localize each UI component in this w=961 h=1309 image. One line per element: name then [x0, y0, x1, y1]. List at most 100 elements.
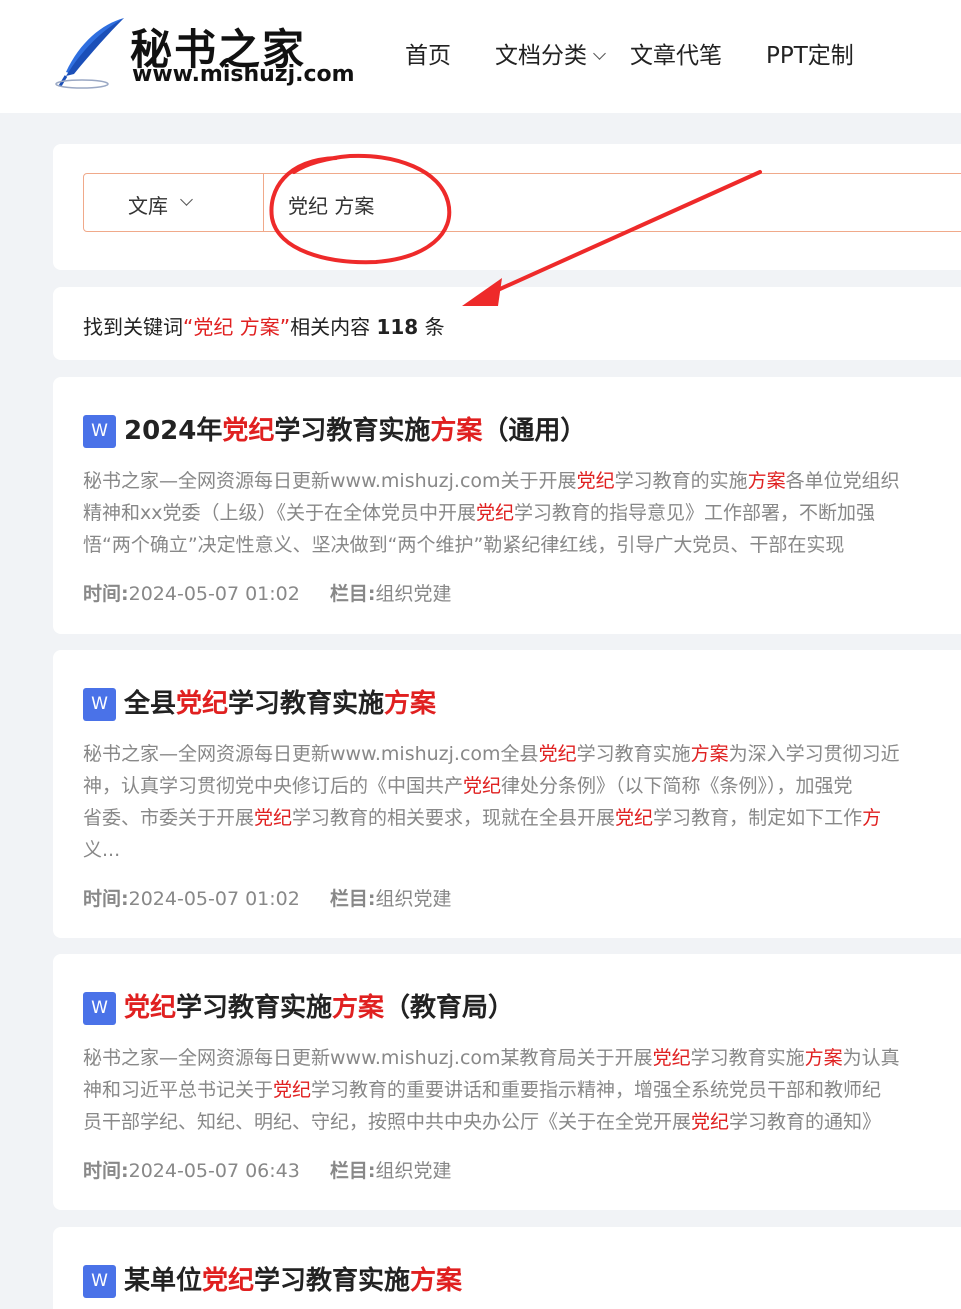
time-value: 2024-05-07 01:02: [128, 888, 300, 910]
summary-prefix: 找到关键词: [83, 315, 183, 339]
nav-ghostwriting-label: 文章代笔: [630, 43, 722, 69]
result-title[interactable]: W 全县党纪学习教育实施方案: [83, 683, 436, 721]
result-title[interactable]: W 2024年党纪学习教育实施方案（通用）: [83, 410, 586, 448]
column-value[interactable]: 组织党建: [375, 1160, 451, 1182]
title-highlight: 党纪: [202, 1266, 255, 1296]
excerpt-highlight: 方案: [690, 743, 729, 765]
excerpt-highlight: 方案: [747, 470, 786, 492]
column-value[interactable]: 组织党建: [375, 888, 451, 910]
excerpt-text: 省委、市委关于开展: [83, 807, 255, 829]
excerpt-highlight: 党纪: [576, 470, 615, 492]
excerpt-line: 秘书之家—全网资源每日更新www.mishuzj.com关于开展党纪学习教育的实…: [83, 465, 961, 497]
feather-pen-icon: [55, 18, 124, 89]
result-excerpt: 秘书之家—全网资源每日更新www.mishuzj.com某教育局关于开展党纪学习…: [83, 1042, 961, 1138]
time-label: 时间:: [83, 583, 129, 605]
nav-doc-categories-label: 文档分类: [495, 43, 587, 69]
nav-ppt-custom[interactable]: PPT定制: [766, 36, 854, 70]
excerpt-highlight: 方: [862, 807, 882, 829]
excerpt-text: 秘书之家—全网资源每日更新www.mishuzj.com某教育局关于开展: [83, 1047, 653, 1069]
word-doc-icon: W: [83, 992, 116, 1025]
excerpt-text: 学习教育的指导意见》工作部署，不断加强: [514, 502, 876, 524]
nav-home[interactable]: 首页: [405, 36, 451, 70]
result-card[interactable]: W 党纪学习教育实施方案（教育局） 秘书之家—全网资源每日更新www.mishuzj…: [53, 954, 961, 1210]
word-doc-icon: W: [83, 415, 116, 448]
excerpt-line: 神和习近平总书记关于党纪学习教育的重要讲话和重要指示精神，增强全系统党员干部和教…: [83, 1074, 961, 1106]
result-meta: 时间:2024-05-07 06:43 栏目:组织党建: [83, 1156, 451, 1183]
excerpt-text: 学习教育实施: [576, 743, 691, 765]
title-highlight: 方案: [410, 1266, 463, 1296]
word-doc-icon: W: [83, 688, 116, 721]
result-title[interactable]: W 某单位党纪学习教育实施方案: [83, 1260, 462, 1298]
excerpt-highlight: 党纪: [538, 743, 577, 765]
logo-text-url: www.mishuzj.com: [132, 62, 355, 87]
title-text: （教育局）: [384, 993, 515, 1023]
excerpt-highlight: 党纪: [615, 807, 654, 829]
column-label: 栏目:: [329, 1160, 376, 1182]
excerpt-highlight: 党纪: [652, 1047, 691, 1069]
excerpt-text: 秘书之家—全网资源每日更新www.mishuzj.com关于开展: [83, 470, 577, 492]
excerpt-text: 为深入学习贯彻习近: [728, 743, 900, 765]
nav-ghostwriting[interactable]: 文章代笔: [630, 36, 722, 70]
excerpt-line: 秘书之家—全网资源每日更新www.mishuzj.com全县党纪学习教育实施方案…: [83, 738, 961, 770]
word-doc-icon: W: [83, 1265, 116, 1298]
result-card[interactable]: W 全县党纪学习教育实施方案 秘书之家—全网资源每日更新www.mishuzj.co…: [53, 650, 961, 938]
excerpt-line: 义...: [83, 834, 961, 866]
site-header: 秘书之家 www.mishuzj.com 首页 文档分类 文章代笔 PPT定制: [0, 0, 961, 113]
excerpt-text: 为认真: [842, 1047, 900, 1069]
column-value[interactable]: 组织党建: [375, 583, 451, 605]
excerpt-highlight: 党纪: [476, 502, 515, 524]
excerpt-text: 秘书之家—全网资源每日更新www.mishuzj.com全县: [83, 743, 539, 765]
excerpt-highlight: 党纪: [273, 1079, 312, 1101]
excerpt-text: 学习教育，制定如下工作: [653, 807, 863, 829]
title-highlight: 党纪: [176, 689, 229, 719]
title-highlight: 方案: [384, 689, 437, 719]
site-logo[interactable]: 秘书之家 www.mishuzj.com: [52, 14, 362, 94]
excerpt-text: 义...: [83, 839, 121, 861]
nav-doc-categories[interactable]: 文档分类: [495, 36, 606, 70]
chevron-down-icon: [180, 193, 193, 206]
time-label: 时间:: [83, 888, 129, 910]
excerpt-highlight: 党纪: [691, 1111, 730, 1133]
excerpt-highlight: 方案: [804, 1047, 843, 1069]
chevron-down-icon: [593, 47, 606, 60]
excerpt-line: 神，认真学习贯彻党中央修订后的《中国共产党纪律处分条例》（以下简称《条例》），加…: [83, 770, 961, 802]
excerpt-highlight: 党纪: [254, 807, 293, 829]
title-text: 全县: [124, 689, 177, 719]
column-label: 栏目:: [329, 583, 376, 605]
title-highlight: 党纪: [124, 993, 177, 1023]
search-type-select[interactable]: 文库: [84, 174, 264, 231]
excerpt-text: 精神和xx党委（上级）《关于在全体党员中开展: [83, 502, 476, 524]
title-text: 某单位: [124, 1266, 203, 1296]
column-label: 栏目:: [329, 888, 376, 910]
time-label: 时间:: [83, 1160, 129, 1182]
result-meta: 时间:2024-05-07 01:02 栏目:组织党建: [83, 579, 451, 606]
time-value: 2024-05-07 06:43: [128, 1160, 300, 1182]
title-text: 学习教育实施: [254, 1266, 411, 1296]
summary-middle: 相关内容: [290, 315, 371, 339]
annotation-arrow: [462, 170, 762, 306]
excerpt-line: 员干部学纪、知纪、明纪、守纪，按照中共中央办公厅《关于在全党开展党纪学习教育的通…: [83, 1106, 961, 1138]
title-text: 学习教育实施: [274, 416, 431, 446]
excerpt-line: 省委、市委关于开展党纪学习教育的相关要求，现就在全县开展党纪学习教育，制定如下工…: [83, 802, 961, 834]
result-excerpt: 秘书之家—全网资源每日更新www.mishuzj.com全县党纪学习教育实施方案…: [83, 738, 961, 866]
excerpt-text: 学习教育的实施: [614, 470, 748, 492]
result-summary: 找到关键词“党纪 方案”相关内容 118 条: [83, 311, 445, 340]
result-excerpt: 秘书之家—全网资源每日更新www.mishuzj.com关于开展党纪学习教育的实…: [83, 465, 961, 561]
result-card[interactable]: W 某单位党纪学习教育实施方案: [53, 1227, 961, 1309]
excerpt-highlight: 党纪: [463, 775, 502, 797]
title-highlight: 方案: [332, 993, 385, 1023]
title-highlight: 方案: [430, 416, 483, 446]
excerpt-text: 各单位党组织: [785, 470, 900, 492]
time-value: 2024-05-07 01:02: [128, 583, 300, 605]
result-card[interactable]: W 2024年党纪学习教育实施方案（通用） 秘书之家—全网资源每日更新www.mis…: [53, 377, 961, 634]
excerpt-text: 律处分条例》（以下简称《条例》），加强党: [501, 775, 853, 797]
excerpt-text: 员干部学纪、知纪、明纪、守纪，按照中共中央办公厅《关于在全党开展: [83, 1111, 692, 1133]
excerpt-text: 学习教育的相关要求，现就在全县开展: [292, 807, 616, 829]
excerpt-text: 学习教育的重要讲话和重要指示精神，增强全系统党员干部和教师纪: [311, 1079, 882, 1101]
nav-home-label: 首页: [405, 43, 451, 69]
excerpt-line: 悟“两个确立”决定性意义、坚决做到“两个维护”勒紧纪律红线，引导广大党员、干部在…: [83, 529, 961, 561]
search-type-label: 文库: [128, 194, 168, 218]
result-title[interactable]: W 党纪学习教育实施方案（教育局）: [83, 987, 514, 1025]
annotation-circle: [269, 153, 452, 265]
summary-count: 118: [376, 315, 419, 339]
